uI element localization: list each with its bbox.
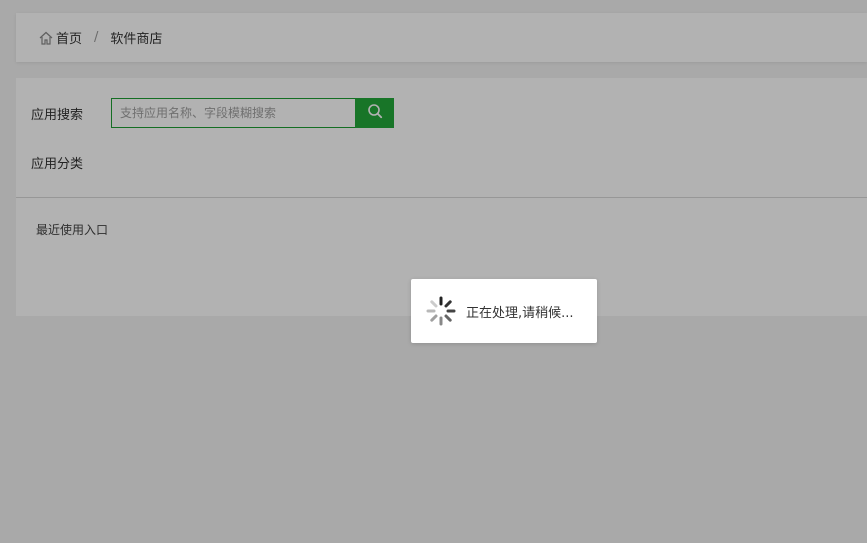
loading-dialog: 正在处理,请稍候... <box>411 279 597 343</box>
spinner-icon <box>425 295 457 327</box>
modal-overlay <box>0 0 867 543</box>
loading-text: 正在处理,请稍候... <box>466 305 574 321</box>
